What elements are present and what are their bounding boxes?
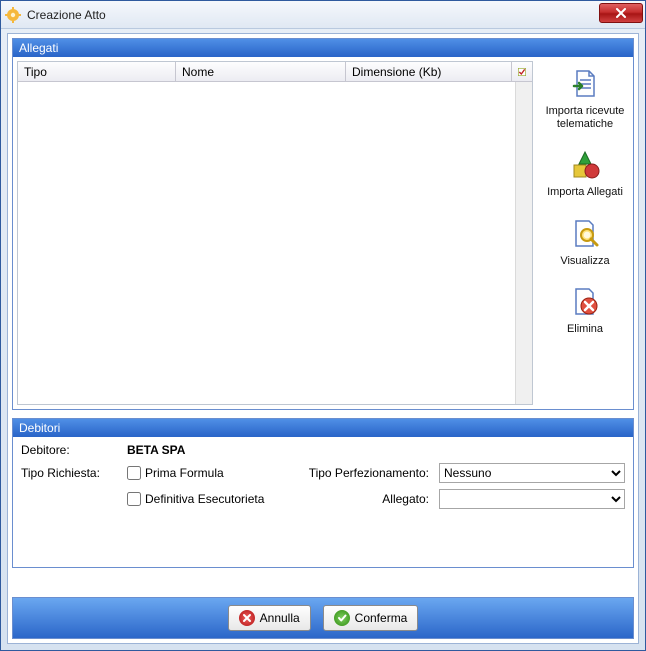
tipo-richiesta-label: Tipo Richiesta: <box>21 466 121 480</box>
cancel-icon <box>239 610 255 626</box>
definitiva-checkbox[interactable] <box>127 492 141 506</box>
elimina-button[interactable]: Elimina <box>540 281 630 339</box>
elimina-label: Elimina <box>567 323 603 336</box>
visualizza-label: Visualizza <box>560 255 609 268</box>
column-header-nome[interactable]: Nome <box>176 62 346 81</box>
window-title: Creazione Atto <box>27 8 106 22</box>
prima-formula-field: Prima Formula <box>127 466 287 480</box>
prima-formula-label: Prima Formula <box>145 466 224 480</box>
importa-ricevute-button[interactable]: Importa ricevute telematiche <box>540 63 630 134</box>
importa-allegati-button[interactable]: Importa Allegati <box>540 144 630 202</box>
visualizza-button[interactable]: Visualizza <box>540 213 630 271</box>
shapes-icon <box>567 147 603 183</box>
column-header-tipo[interactable]: Tipo <box>18 62 176 81</box>
debitore-value: BETA SPA <box>127 443 625 457</box>
debitori-body: Debitore: BETA SPA Tipo Richiesta: Prima… <box>13 437 633 519</box>
checkbox-header-icon <box>518 66 526 78</box>
debitori-header: Debitori <box>13 419 633 437</box>
column-header-dimensione[interactable]: Dimensione (Kb) <box>346 62 512 81</box>
debitore-label: Debitore: <box>21 443 121 457</box>
spacer <box>12 576 634 589</box>
table-header-row: Tipo Nome Dimensione (Kb) <box>18 62 532 82</box>
conferma-label: Conferma <box>355 611 408 625</box>
delete-document-icon <box>567 284 603 320</box>
confirm-icon <box>334 610 350 626</box>
allegato-select[interactable] <box>439 489 625 509</box>
vertical-scrollbar[interactable] <box>515 82 532 404</box>
definitiva-field: Definitiva Esecutorieta <box>127 492 287 506</box>
importa-ricevute-label: Importa ricevute telematiche <box>543 105 627 131</box>
footer-bar: Annulla Conferma <box>12 597 634 639</box>
tipo-perfezionamento-select[interactable]: Nessuno <box>439 463 625 483</box>
magnify-document-icon <box>567 216 603 252</box>
close-icon <box>615 8 627 18</box>
allegati-table: Tipo Nome Dimensione (Kb) <box>17 61 533 405</box>
debitori-panel: Debitori Debitore: BETA SPA Tipo Richies… <box>12 418 634 568</box>
table-rows-empty <box>18 82 532 404</box>
annulla-button[interactable]: Annulla <box>228 605 311 631</box>
annulla-label: Annulla <box>260 611 300 625</box>
conferma-button[interactable]: Conferma <box>323 605 419 631</box>
prima-formula-checkbox[interactable] <box>127 466 141 480</box>
definitiva-label: Definitiva Esecutorieta <box>145 492 264 506</box>
allegati-header: Allegati <box>13 39 633 57</box>
tipo-perfezionamento-label: Tipo Perfezionamento: <box>293 466 433 480</box>
app-icon <box>5 7 21 23</box>
titlebar: Creazione Atto <box>1 1 645 29</box>
allegati-body: Tipo Nome Dimensione (Kb) <box>13 57 633 409</box>
window: Creazione Atto Allegati Tipo Nome Dimens… <box>0 0 646 651</box>
allegato-label: Allegato: <box>293 492 433 506</box>
content-area: Allegati Tipo Nome Dimensione (Kb) <box>7 33 639 644</box>
document-import-icon <box>567 66 603 102</box>
importa-allegati-label: Importa Allegati <box>547 186 623 199</box>
close-button[interactable] <box>599 3 643 23</box>
allegati-panel: Allegati Tipo Nome Dimensione (Kb) <box>12 38 634 410</box>
allegati-actions: Importa ricevute telematiche Importa All… <box>537 57 633 409</box>
column-header-check[interactable] <box>512 62 532 81</box>
